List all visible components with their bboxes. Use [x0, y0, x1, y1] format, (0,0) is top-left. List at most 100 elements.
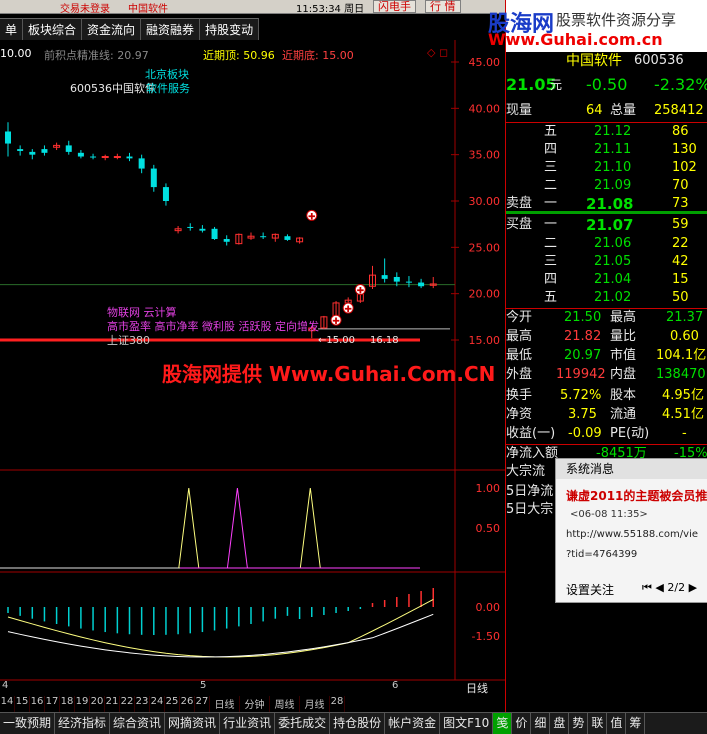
quote-button[interactable]: 行 情: [425, 0, 461, 13]
stat-pe: -: [682, 426, 687, 441]
date-19: 19: [75, 696, 90, 712]
page-indicator: 2/2: [667, 581, 686, 594]
tab-link[interactable]: 联: [588, 713, 608, 734]
stat-low: 20.97: [564, 348, 602, 363]
candle-body: [284, 236, 291, 240]
popup-title-link[interactable]: 谦虚2011的主题被会员推: [566, 487, 707, 504]
chart-options-icon[interactable]: ◇ ◻: [427, 46, 448, 59]
top-tabs: 单 板块综合 资金流向 融资融券 持股变动: [0, 18, 300, 40]
candle-body: [393, 276, 400, 282]
date-28: 28: [330, 696, 345, 712]
tab-positions[interactable]: 持仓股份: [330, 713, 386, 734]
tab-account-funds[interactable]: 帐户资金: [385, 713, 441, 734]
candle-body: [211, 228, 218, 239]
tab-note[interactable]: 笺: [493, 713, 513, 734]
ask-level-3: 三: [544, 160, 558, 175]
tab-trend[interactable]: 势: [569, 713, 589, 734]
signal-marker-glyph: ✚: [308, 212, 316, 222]
ask-vol-5: 86: [672, 124, 689, 139]
date-axis: 14 15 16 17 18 19 20 21 22 23 24 25 26 2…: [0, 696, 460, 712]
stat-open: 21.50: [564, 310, 602, 325]
bid-price-5: 21.02: [594, 290, 632, 305]
stat-low-label: 最低: [506, 348, 533, 363]
stat-outer: 119942: [556, 367, 606, 382]
tab-industry-news[interactable]: 行业资讯: [220, 713, 276, 734]
bid-vol-2: 22: [672, 236, 689, 251]
login-status: 交易未登录: [60, 4, 110, 15]
tab-book[interactable]: 盘: [550, 713, 570, 734]
ind1-tick-label: 1.00: [476, 482, 501, 495]
quote-name: 中国软件: [566, 53, 622, 69]
tab-consensus[interactable]: 一致预期: [0, 713, 56, 734]
y-tick-label: 40.00: [469, 102, 501, 115]
candle-body: [17, 149, 24, 151]
flash-trade-button[interactable]: 闪电手: [373, 0, 416, 13]
date-23: 23: [135, 696, 150, 712]
tab-web-news[interactable]: 网摘资讯: [165, 713, 221, 734]
header-value: 10.00: [0, 47, 32, 60]
signal-marker-glyph: ✚: [344, 305, 352, 315]
vol-total: 258412: [654, 103, 704, 118]
stat-turnover-label: 换手: [506, 388, 533, 403]
ask-level-4: 四: [544, 142, 558, 157]
tab-price[interactable]: 价: [512, 713, 532, 734]
tab-sector[interactable]: 板块综合: [23, 18, 83, 40]
stat-turnover: 5.72%: [560, 388, 602, 403]
tab-margin[interactable]: 融资融券: [141, 18, 201, 40]
tab-economy[interactable]: 经济指标: [55, 713, 111, 734]
price-marker-2: 16.18: [370, 335, 399, 346]
candle-body: [41, 149, 48, 153]
site-slogan: 股票软件资源分享: [556, 11, 677, 29]
tab-value[interactable]: 值: [607, 713, 627, 734]
index-label: 上证380: [107, 334, 150, 347]
stat-open-label: 今开: [506, 310, 533, 325]
five-day-block-label: 5日大宗: [506, 502, 554, 517]
date-16: 16: [30, 696, 45, 712]
date-25: 25: [165, 696, 180, 712]
tab-f10[interactable]: 图文F10: [440, 713, 494, 734]
vol-now-label: 现量: [506, 103, 533, 118]
popup-url[interactable]: http://www.55188.com/vie: [566, 529, 698, 540]
tab-general-news[interactable]: 综合资讯: [110, 713, 166, 734]
tab-orders-filled[interactable]: 委托成交: [275, 713, 331, 734]
monthly-button[interactable]: 月线: [300, 696, 330, 712]
tab-detail[interactable]: 细: [531, 713, 551, 734]
bid-level-2: 二: [544, 236, 558, 251]
tab-orders[interactable]: 单: [0, 18, 24, 40]
popup-settings-link[interactable]: 设置关注: [566, 581, 614, 598]
bottom-tab-bar: 一致预期 经济指标 综合资讯 网摘资讯 行业资讯 委托成交 持仓股份 帐户资金 …: [0, 712, 707, 734]
stat-pe-label: PE(动): [610, 426, 650, 441]
ask-price-2: 21.09: [594, 178, 632, 193]
date-15: 15: [15, 696, 30, 712]
near-top-label: 近期顶: 50.96: [203, 49, 275, 62]
tab-fund-flow[interactable]: 资金流向: [82, 18, 142, 40]
candle-body: [381, 275, 388, 279]
daily-button[interactable]: 日线: [210, 696, 240, 712]
ind1-tick-label: 0.50: [476, 522, 501, 535]
tab-holding-change[interactable]: 持股变动: [200, 18, 260, 40]
indicator-label: 前积点精准线: 20.97: [44, 49, 149, 62]
stat-mcap-label: 市值: [610, 348, 637, 363]
first-page-icon[interactable]: ⏮: [642, 581, 652, 594]
tab-chips[interactable]: 筹: [626, 713, 646, 734]
minute-button[interactable]: 分钟: [240, 696, 270, 712]
next-page-icon[interactable]: ▶: [689, 581, 697, 594]
popup-tid[interactable]: ?tid=4764399: [566, 549, 637, 560]
ask-price-3: 21.10: [594, 160, 632, 175]
ind1-spike: [299, 487, 321, 569]
prev-page-icon[interactable]: ◀: [655, 581, 663, 594]
industry-label: 软件服务: [146, 82, 190, 95]
bid-level-1: 一: [544, 217, 558, 232]
candle-body: [150, 168, 157, 188]
weekly-button[interactable]: 周线: [270, 696, 300, 712]
system-message-popup[interactable]: 系统消息 谦虚2011的主题被会员推 <06-08 11:35> http://…: [555, 458, 707, 603]
ask-price-4: 21.11: [594, 142, 632, 157]
candle-body: [162, 187, 169, 201]
month-axis: 4 5 6 日线: [0, 680, 488, 695]
logo-banner: 股海网 Www.Guhai.com.cn 股票软件资源分享: [488, 0, 707, 52]
code-name-label: 600536中国软件: [70, 82, 156, 95]
month-label-6: 6: [392, 680, 399, 691]
stat-ratio: 0.60: [670, 329, 699, 344]
stat-high-label: 最高: [506, 329, 533, 344]
bid-vol-4: 15: [672, 272, 689, 287]
